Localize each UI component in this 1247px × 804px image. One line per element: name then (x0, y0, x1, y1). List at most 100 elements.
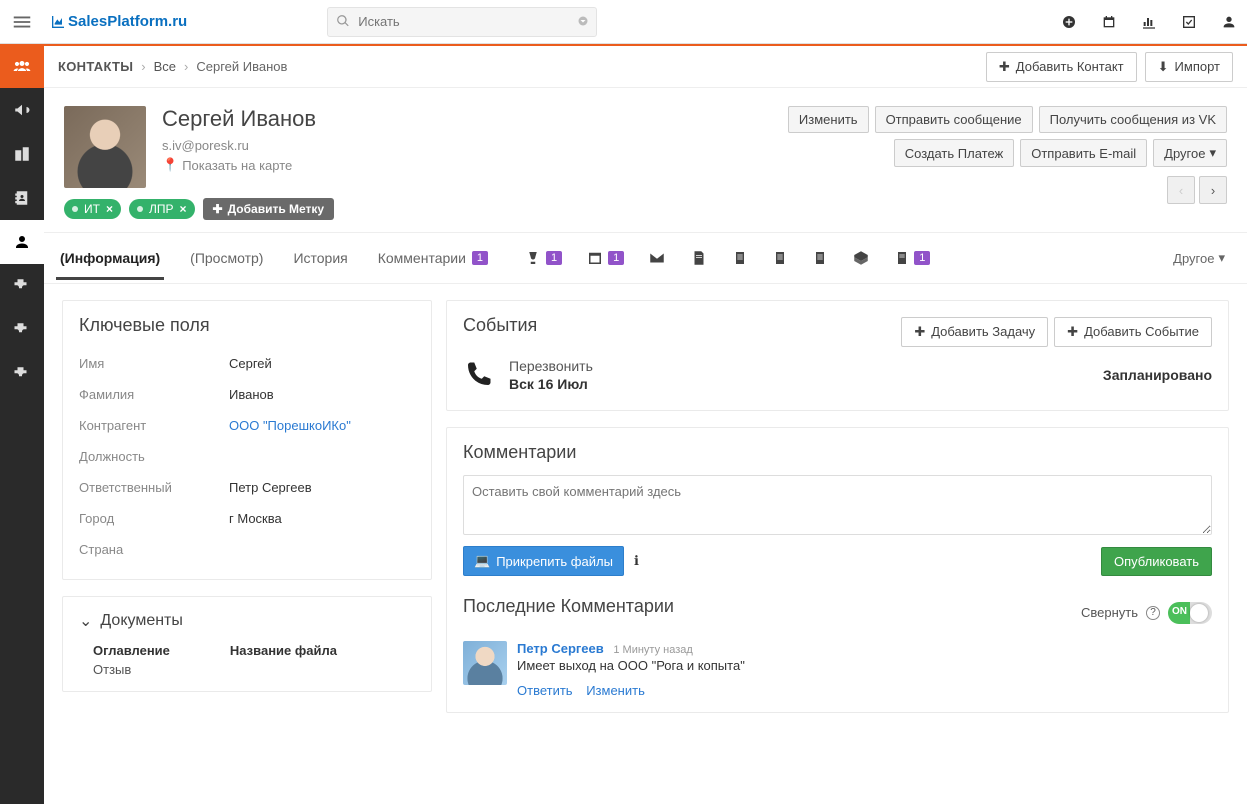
tasks-icon[interactable] (1181, 14, 1197, 30)
calendar-icon[interactable] (1101, 14, 1117, 30)
comment-avatar (463, 641, 507, 685)
create-payment-button[interactable]: Создать Платеж (894, 139, 1014, 167)
add-tag-button[interactable]: ✚ Добавить Метку (203, 198, 335, 220)
tag-lpr[interactable]: ЛПР× (129, 199, 195, 219)
add-event-button[interactable]: ✚Добавить Событие (1054, 317, 1212, 347)
sidebar-organizations[interactable] (0, 132, 44, 176)
tab-doc1[interactable] (732, 249, 748, 267)
search-icon (336, 14, 350, 28)
doc-col-filename: Название файла (230, 643, 337, 658)
tab-doc3[interactable] (812, 249, 828, 267)
sidebar-address-book[interactable] (0, 176, 44, 220)
field-firstname: Сергей (229, 356, 272, 371)
breadcrumb: КОНТАКТЫ › Все › Сергей Иванов (58, 59, 287, 74)
attach-files-button[interactable]: 💻 Прикрепить файлы (463, 546, 624, 576)
collapse-label: Свернуть (1081, 605, 1138, 620)
comments-panel: Комментарии 💻 Прикрепить файлы ℹ Опублик… (446, 427, 1229, 713)
logo[interactable]: SalesPlatform.ru (50, 13, 187, 30)
add-icon[interactable] (1061, 14, 1077, 30)
events-panel: События ✚Добавить Задачу ✚Добавить Событ… (446, 300, 1229, 411)
info-icon[interactable]: ℹ (634, 553, 639, 569)
event-date: Вск 16 Июл (509, 376, 593, 392)
tab-info[interactable]: (Информация) (56, 236, 164, 280)
caret-down-icon: ▾ (1218, 250, 1225, 266)
reply-link[interactable]: Ответить (517, 683, 573, 698)
tab-mail[interactable] (648, 249, 666, 267)
documents-panel: ⌄ Документы Оглавление Название файла От… (62, 596, 432, 692)
tag-remove-icon[interactable]: × (106, 202, 113, 216)
help-icon[interactable]: ? (1146, 606, 1160, 620)
field-account-link[interactable]: ООО "ПорешкоИКо" (229, 418, 351, 433)
sidebar-plugin-3[interactable] (0, 352, 44, 396)
other-actions-dropdown[interactable]: Другое ▾ (1153, 139, 1227, 167)
tab-comments[interactable]: Комментарии 1 (374, 236, 492, 280)
recent-comments-title: Последние Комментарии (463, 596, 674, 617)
show-on-map-link[interactable]: 📍 Показать на карте (162, 157, 316, 173)
event-item[interactable]: Перезвонить Вск 16 Июл Запланировано (463, 348, 1212, 396)
plus-icon: ✚ (999, 59, 1010, 75)
prev-record: ‹ (1167, 176, 1195, 204)
sidebar-contact-detail[interactable] (0, 220, 44, 264)
sidebar-contacts-group[interactable] (0, 44, 44, 88)
tab-quotes[interactable] (690, 249, 708, 267)
breadcrumb-all[interactable]: Все (154, 59, 176, 74)
comments-badge: 1 (472, 251, 488, 265)
comment-input[interactable] (463, 475, 1212, 535)
edit-comment-link[interactable]: Изменить (586, 683, 645, 698)
tab-invoices[interactable]: 1 (894, 249, 930, 267)
breadcrumb-current: Сергей Иванов (196, 59, 287, 74)
chevron-right-icon: › (141, 59, 145, 74)
search-input[interactable] (327, 7, 597, 37)
map-marker-icon: 📍 (162, 157, 178, 173)
key-fields-title: Ключевые поля (79, 315, 415, 336)
tag-it[interactable]: ИТ× (64, 199, 121, 219)
publish-button[interactable]: Опубликовать (1101, 547, 1212, 576)
add-task-button[interactable]: ✚Добавить Задачу (901, 317, 1048, 347)
event-title: Перезвонить (509, 358, 593, 374)
tab-history[interactable]: История (289, 236, 351, 280)
comment-entry: Петр Сергеев 1 Минуту назад Имеет выход … (463, 641, 1212, 698)
add-contact-button[interactable]: ✚ Добавить Контакт (986, 52, 1137, 82)
tab-products[interactable] (852, 249, 870, 267)
edit-button[interactable]: Изменить (788, 106, 869, 133)
field-city: г Москва (229, 511, 282, 526)
breadcrumb-module[interactable]: КОНТАКТЫ (58, 59, 133, 74)
plus-icon: ✚ (1067, 324, 1078, 340)
field-owner: Петр Сергеев (229, 480, 312, 495)
event-status: Запланировано (1103, 367, 1212, 383)
chevron-down-icon: ⌄ (79, 611, 92, 631)
tab-view[interactable]: (Просмотр) (186, 236, 267, 280)
collapse-toggle[interactable] (1168, 602, 1212, 624)
tab-other-dropdown[interactable]: Другое ▾ (1173, 250, 1235, 266)
hamburger-menu[interactable] (0, 0, 44, 44)
user-icon[interactable] (1221, 14, 1237, 30)
tag-remove-icon[interactable]: × (180, 202, 187, 216)
person-name: Сергей Иванов (162, 106, 316, 132)
tab-calendar[interactable]: 1 (586, 249, 624, 267)
caret-down-icon: ▾ (1209, 145, 1216, 161)
send-message-button[interactable]: Отправить сообщение (875, 106, 1033, 133)
person-email: s.iv@poresk.ru (162, 138, 316, 153)
sidebar-plugin-1[interactable] (0, 264, 44, 308)
phone-icon (463, 360, 493, 390)
comment-time: 1 Минуту назад (613, 644, 692, 656)
sidebar-plugin-2[interactable] (0, 308, 44, 352)
search-dropdown-icon[interactable] (577, 15, 589, 27)
comment-author-link[interactable]: Петр Сергеев (517, 641, 604, 656)
plus-icon: ✚ (914, 324, 925, 340)
sidebar-campaigns[interactable] (0, 88, 44, 132)
tab-opportunities[interactable]: 1 (524, 249, 562, 267)
doc-col-heading: Оглавление (93, 643, 170, 658)
send-email-button[interactable]: Отправить E-mail (1020, 139, 1147, 167)
documents-toggle[interactable]: ⌄ Документы (79, 611, 415, 631)
stats-icon[interactable] (1141, 14, 1157, 30)
tab-doc2[interactable] (772, 249, 788, 267)
document-row[interactable]: Отзыв (79, 658, 415, 677)
comments-title: Комментарии (463, 442, 1212, 463)
logo-text: SalesPlatform.ru (68, 13, 187, 30)
key-fields-panel: Ключевые поля ИмяСергей ФамилияИванов Ко… (62, 300, 432, 580)
next-record[interactable]: › (1199, 176, 1227, 204)
vk-messages-button[interactable]: Получить сообщения из VK (1039, 106, 1227, 133)
field-lastname: Иванов (229, 387, 274, 402)
import-button[interactable]: ⬇ Импорт (1145, 52, 1233, 82)
